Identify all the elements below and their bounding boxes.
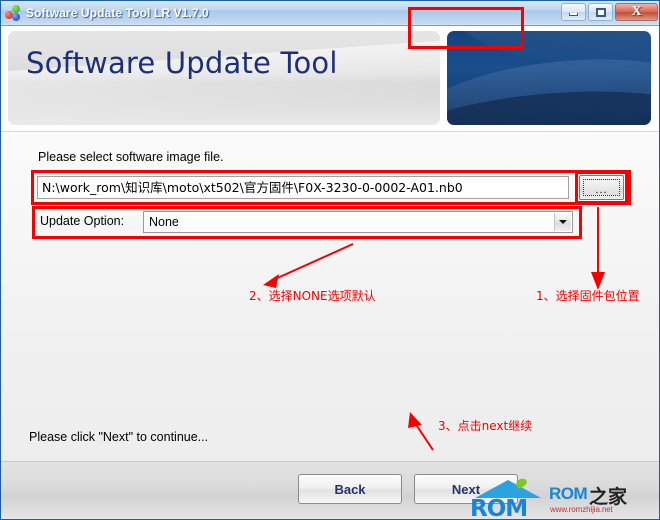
annotation-step-2: 2、选择NONE选项默认: [249, 289, 376, 303]
main-content: Please select software image file. N:\wo…: [1, 131, 659, 461]
watermark-house-icon: ROM: [469, 477, 549, 520]
watermark-rom-big: ROM: [470, 496, 528, 520]
minimize-icon: [569, 12, 578, 16]
back-button[interactable]: Back: [298, 474, 402, 504]
page-title: Software Update Tool: [26, 46, 338, 80]
annotation-step-1: 1、选择固件包位置: [536, 289, 640, 303]
minimize-button[interactable]: [561, 3, 586, 21]
window-title: Software Update Tool LR V1.7.0: [26, 6, 209, 20]
application-window: Software Update Tool LR V1.7.0 X Softwar…: [0, 0, 660, 520]
watermark-rom-small: ROM: [549, 484, 588, 503]
select-file-label: Please select software image file.: [38, 150, 224, 164]
maximize-icon: [595, 7, 606, 17]
annotation-box-update-option: [32, 206, 582, 239]
watermark-logo: ROM ROM 之家 www.romzhijia.net: [469, 477, 659, 520]
window-controls: X: [561, 3, 658, 21]
close-button[interactable]: X: [615, 3, 658, 21]
annotation-box-file-path: [31, 170, 631, 205]
watermark-text: ROM 之家 www.romzhijia.net: [549, 479, 657, 519]
title-bar[interactable]: Software Update Tool LR V1.7.0 X: [1, 1, 659, 26]
close-icon: X: [631, 4, 642, 19]
header-region: Software Update Tool: [1, 26, 659, 131]
annotation-box-next: [408, 7, 524, 49]
watermark-url: www.romzhijia.net: [550, 505, 613, 514]
annotation-step-3: 3、点击next继续: [438, 419, 533, 433]
annotation-box-browse: [575, 171, 628, 204]
maximize-button[interactable]: [588, 3, 613, 21]
app-spheres-icon: [5, 5, 21, 21]
continue-instruction: Please click "Next" to continue...: [29, 430, 209, 444]
header-panel: Software Update Tool: [8, 31, 440, 125]
